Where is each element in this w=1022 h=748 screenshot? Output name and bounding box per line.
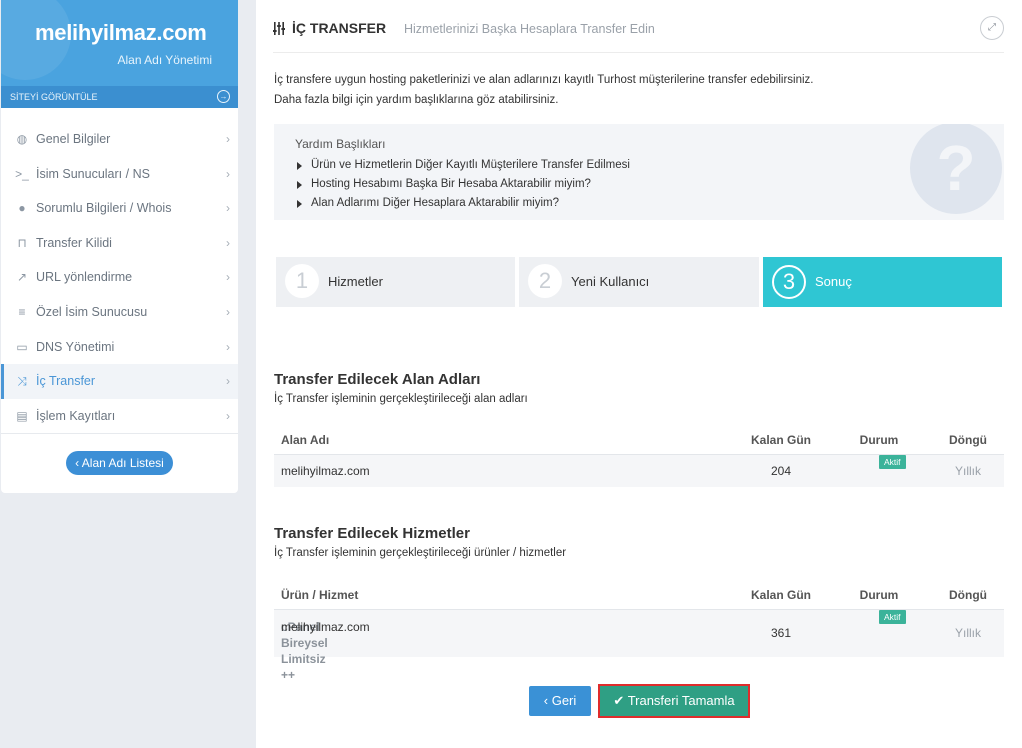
product-domain: melihyilmaz.com [281,620,370,634]
sidebar-item-label: Genel Bilgiler [36,132,111,146]
sidebar-item-label: Sorumlu Bilgileri / Whois [36,201,172,216]
expand-icon[interactable]: ⤢ [980,16,1004,40]
user-icon: ● [18,201,26,216]
table-list-icon: ▤ [16,408,28,423]
sidebar-item-whois[interactable]: ● Sorumlu Bilgileri / Whois › [1,191,238,226]
sidebar-item-genel-bilgiler[interactable]: ◍ Genel Bilgiler › [1,122,238,157]
step-hizmetler[interactable]: 1 Hizmetler [276,257,515,307]
chevron-right-icon: › [226,235,230,250]
main-panel: İÇ TRANSFER Hizmetlerinizi Başka Hesapla… [256,0,1022,748]
chevron-right-icon: › [226,166,230,181]
sidebar-item-url-yonlendirme[interactable]: ↗ URL yönlendirme › [1,260,238,295]
sidebar-item-label: DNS Yönetimi [36,339,115,354]
chevron-right-icon: › [226,132,230,146]
external-link-icon: ↗ [16,270,28,285]
domains-section-subtitle: İç Transfer işleminin gerçekleştirileceğ… [274,393,528,405]
status-badge: Aktif [879,455,906,469]
step-label: Yeni Kullanıcı [571,274,650,289]
sliders-icon [273,22,285,35]
sidebar-item-islem-kayitlari[interactable]: ▤ İşlem Kayıtları › [1,399,238,434]
step-label: Sonuç [815,274,852,289]
services-section-subtitle: İç Transfer işleminin gerçekleştirileceğ… [274,547,567,559]
help-list: Ürün ve Hizmetlerin Diğer Kayıtlı Müşter… [297,156,630,213]
step-label: Hizmetler [328,274,383,289]
chevron-left-icon: ‹ [543,693,549,708]
list-icon: ≡ [18,304,26,319]
sidebar-item-label: İşlem Kayıtları [36,408,116,423]
globe-icon: ◍ [16,132,28,146]
complete-transfer-button[interactable]: ✔ Transferi Tamamla [598,684,750,718]
back-button[interactable]: ‹ Geri [529,686,591,716]
sidebar-menu: ◍ Genel Bilgiler › >_ İsim Sunucuları / … [1,122,238,433]
chevron-right-icon: › [226,374,230,389]
arrow-circle-right-icon: → [217,90,230,103]
chevron-left-icon: ‹ [75,456,80,470]
help-box: Yardım Başlıkları Ürün ve Hizmetlerin Di… [274,124,1004,220]
view-site-link[interactable]: SİTEYİ GÖRÜNTÜLE → [1,86,238,108]
table-row: melihyilmaz.com 204 Aktif Yıllık [274,455,1004,487]
site-subtitle: Alan Adı Yönetimi [117,53,212,67]
page-title: İÇ TRANSFER [292,20,387,36]
sidebar-item-label: Transfer Kilidi [36,235,112,250]
terminal-icon: >_ [15,166,29,181]
sidebar-divider [1,433,238,435]
services-section-title: Transfer Edilecek Hizmetler [274,525,470,542]
domains-table: Alan Adı Kalan Gün Durum Döngü melihyilm… [274,426,1004,487]
step-number: 3 [772,265,806,299]
chevron-right-icon: › [226,270,230,285]
header-divider [273,52,1004,53]
sidebar: melihyilmaz.com Alan Adı Yönetimi SİTEYİ… [1,0,238,493]
status-badge: Aktif [879,610,906,624]
sidebar-item-ic-transfer[interactable]: ⤨ İç Transfer › [1,364,238,399]
help-link[interactable]: Alan Adlarımı Diğer Hesaplara Aktarabili… [297,194,630,213]
services-table: Ürün / Hizmet Kalan Gün Durum Döngü cPan… [274,581,1004,682]
check-icon: ✔ [613,693,625,708]
view-site-label: SİTEYİ GÖRÜNTÜLE [10,92,98,102]
sidebar-item-transfer-kilidi[interactable]: ⊓ Transfer Kilidi › [1,226,238,261]
help-link[interactable]: Hosting Hesabımı Başka Bir Hesaba Aktara… [297,175,630,194]
step-yeni-kullanici[interactable]: 2 Yeni Kullanıcı [519,257,759,307]
table-header: Alan Adı Kalan Gün Durum Döngü [274,426,1004,455]
domain-list-button[interactable]: ‹ Alan Adı Listesi [66,451,173,475]
chevron-right-icon: › [226,201,230,216]
help-heading: Yardım Başlıkları [295,137,386,151]
sidebar-item-label: URL yönlendirme [36,270,133,285]
chevron-right-icon: › [226,304,230,319]
step-number: 1 [285,264,319,298]
laptop-icon: ▭ [16,339,28,354]
unlock-icon: ⊓ [17,235,27,250]
brand-header: melihyilmaz.com Alan Adı Yönetimi SİTEYİ… [1,0,238,108]
table-header: Ürün / Hizmet Kalan Gün Durum Döngü [274,581,1004,610]
question-mark-icon: ? [910,124,1002,214]
sidebar-item-label: İç Transfer [36,374,96,389]
sidebar-item-dns-yonetimi[interactable]: ▭ DNS Yönetimi › [1,330,238,365]
domains-section-title: Transfer Edilecek Alan Adları [274,371,481,388]
chevron-right-icon: › [226,408,230,423]
sidebar-item-label: İsim Sunucuları / NS [36,166,150,181]
wizard-steps: 1 Hizmetler 2 Yeni Kullanıcı 3 Sonuç [276,257,1002,307]
step-sonuc[interactable]: 3 Sonuç [763,257,1002,307]
site-name: melihyilmaz.com [35,20,207,45]
sidebar-item-ozel-isim-sunucusu[interactable]: ≡ Özel İsim Sunucusu › [1,295,238,330]
sidebar-item-isim-sunuculari[interactable]: >_ İsim Sunucuları / NS › [1,157,238,192]
chevron-right-icon: › [226,339,230,354]
table-row: cPanel Bireysel Limitsiz ++ melihyilmaz.… [274,610,1004,682]
sidebar-item-label: Özel İsim Sunucusu [36,304,148,319]
help-link[interactable]: Ürün ve Hizmetlerin Diğer Kayıtlı Müşter… [297,156,630,175]
shuffle-icon: ⤨ [17,374,27,389]
page-subtitle: Hizmetlerinizi Başka Hesaplara Transfer … [404,22,655,36]
intro-text: İç transfere uygun hosting paketlerinizi… [274,74,814,106]
step-number: 2 [528,264,562,298]
